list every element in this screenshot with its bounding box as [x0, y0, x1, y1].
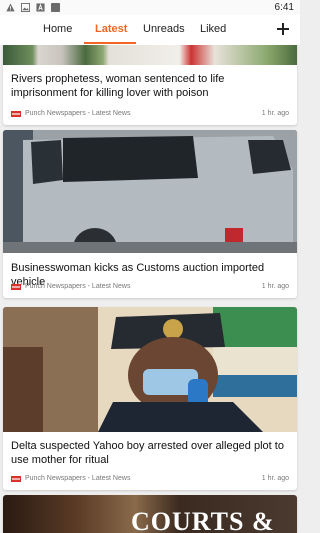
article-source: Punch Newspapers - Latest News	[25, 110, 131, 117]
active-tab-indicator	[84, 42, 136, 44]
article-card[interactable]: Delta suspected Yahoo boy arrested over …	[3, 307, 297, 490]
article-time: 1 hr. ago	[261, 283, 289, 290]
tab-home[interactable]: Home	[43, 23, 72, 35]
article-meta: Punch Newspapers - Latest News 1 hr. ago	[3, 283, 297, 290]
tab-latest[interactable]: Latest	[95, 23, 127, 35]
article-image	[3, 130, 297, 253]
punch-logo-icon	[11, 283, 21, 290]
status-bar: 6:41	[0, 0, 300, 15]
article-source: Punch Newspapers - Latest News	[25, 475, 131, 482]
warning-icon	[6, 3, 15, 12]
article-image: COURTS &	[3, 495, 297, 533]
punch-logo-icon	[11, 110, 21, 117]
square-icon	[51, 3, 60, 12]
status-time: 6:41	[274, 2, 294, 13]
news-feed[interactable]: Rivers prophetess, woman sentenced to li…	[0, 45, 300, 533]
tab-unreads[interactable]: Unreads	[143, 23, 185, 35]
article-image	[3, 307, 297, 432]
article-title: Rivers prophetess, woman sentenced to li…	[11, 73, 225, 99]
article-card[interactable]: COURTS &	[3, 495, 297, 533]
image-icon	[21, 3, 30, 12]
article-time: 1 hr. ago	[261, 110, 289, 117]
tab-bar: Home Latest Unreads Liked	[0, 15, 300, 45]
tab-liked[interactable]: Liked	[200, 23, 226, 35]
add-icon[interactable]	[275, 21, 291, 37]
article-source: Punch Newspapers - Latest News	[25, 283, 131, 290]
article-image	[3, 45, 297, 65]
article-card[interactable]: Rivers prophetess, woman sentenced to li…	[3, 45, 297, 125]
punch-logo-icon	[11, 475, 21, 482]
article-meta: Punch Newspapers - Latest News 1 hr. ago	[3, 110, 297, 117]
text-a-icon	[36, 3, 45, 12]
article-card[interactable]: Businesswoman kicks as Customs auction i…	[3, 130, 297, 298]
article-title: Delta suspected Yahoo boy arrested over …	[11, 440, 284, 466]
article-image-caption: COURTS &	[131, 507, 275, 533]
article-time: 1 hr. ago	[261, 475, 289, 482]
article-meta: Punch Newspapers - Latest News 1 hr. ago	[3, 475, 297, 482]
